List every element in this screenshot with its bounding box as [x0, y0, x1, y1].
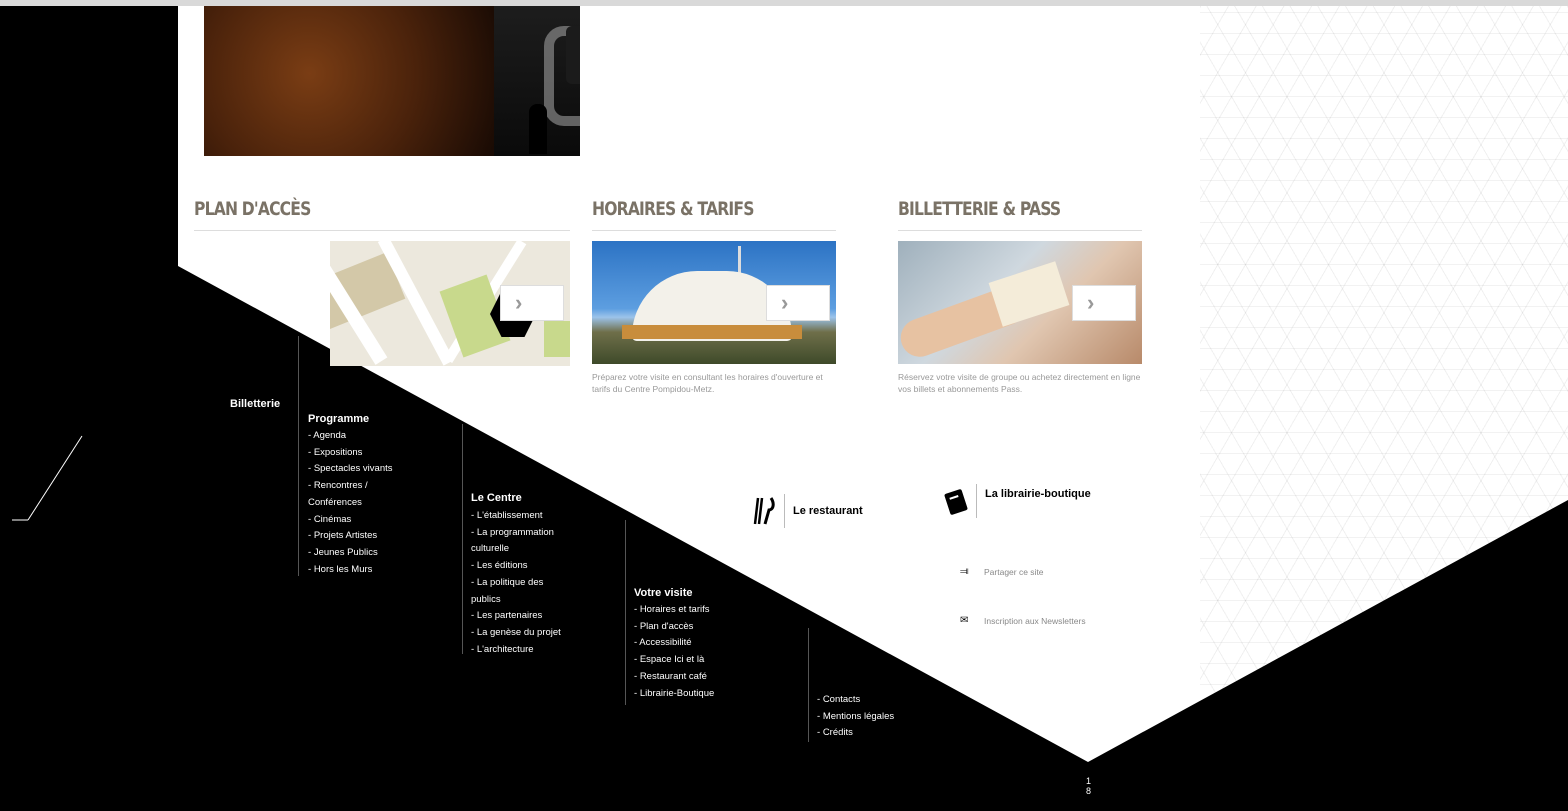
section-title-billetterie: BILLETTERIE & PASS	[898, 198, 1061, 220]
footer-link[interactable]: Mentions légales	[817, 709, 894, 726]
footer-link[interactable]: Jeunes Publics	[308, 545, 393, 562]
footer-column-divider	[808, 628, 809, 742]
section-title-horaires: HORAIRES & TARIFS	[592, 198, 754, 220]
video-player[interactable]	[204, 6, 580, 156]
footer-list-centre: L'établissement La programmation culture…	[471, 508, 561, 658]
section-divider	[898, 230, 1142, 231]
billetterie-caption: Réservez votre visite de groupe ou achet…	[898, 372, 1141, 394]
footer-list-misc: Contacts Mentions légales Crédits	[817, 692, 894, 742]
footer-column-divider	[298, 336, 299, 576]
billetterie-arrow-button[interactable]: ›	[1072, 285, 1136, 321]
footer-heading-programme[interactable]: Programme	[308, 413, 369, 425]
footer-link[interactable]: La genèse du projet	[471, 625, 561, 642]
book-icon	[944, 484, 970, 518]
footer-link[interactable]: Accessibilité	[634, 635, 714, 652]
footer-link[interactable]: Les partenaires	[471, 608, 561, 625]
billetterie-image[interactable]: ›	[898, 241, 1142, 364]
image-ticket	[988, 261, 1070, 327]
footer-link[interactable]: Rencontres / Conférences	[308, 478, 393, 511]
footer-list-visite: Horaires et tarifs Plan d'accès Accessib…	[634, 602, 714, 702]
hex-pattern-background	[1200, 6, 1568, 811]
chevron-right-icon: ›	[781, 290, 789, 315]
horaires-image[interactable]: ›	[592, 241, 836, 364]
footer-link[interactable]: La politique des publics	[471, 575, 561, 608]
share-icon: ⫥	[960, 566, 969, 577]
plan-acces-map-thumbnail[interactable]: ›	[330, 241, 570, 366]
footer-link[interactable]: Expositions	[308, 445, 393, 462]
footer-link[interactable]: Cinémas	[308, 512, 393, 529]
footer-link[interactable]: Plan d'accès	[634, 619, 714, 636]
restaurant-label: Le restaurant	[793, 505, 863, 517]
page-marker: 1 8	[1086, 776, 1092, 796]
footer-link[interactable]: La programmation culturelle	[471, 525, 561, 558]
newsletter-label: Inscription aux Newsletters	[984, 615, 1086, 626]
footer-link-billetterie[interactable]: Billetterie	[230, 398, 280, 410]
chevron-right-icon: ›	[1087, 290, 1095, 315]
envelope-icon: ✉	[960, 615, 969, 626]
play-button[interactable]	[566, 26, 580, 84]
footer-link[interactable]: Les éditions	[471, 558, 561, 575]
section-divider	[194, 230, 570, 231]
librairie-label: La librairie-boutique	[985, 488, 1091, 500]
footer-link[interactable]: Horaires et tarifs	[634, 602, 714, 619]
footer-link[interactable]: Restaurant café	[634, 669, 714, 686]
newsletter-link[interactable]: ✉ Inscription aux Newsletters	[960, 615, 1086, 626]
footer-column-divider	[625, 520, 626, 705]
video-still-silhouette	[529, 104, 547, 154]
footer-heading-visite[interactable]: Votre visite	[634, 587, 693, 599]
section-title-plan-acces: PLAN D'ACCÈS	[194, 198, 311, 220]
service-separator	[976, 484, 977, 518]
horaires-caption: Préparez votre visite en consultant les …	[592, 372, 823, 394]
footer-column-divider	[462, 424, 463, 654]
footer-list-programme: Agenda Expositions Spectacles vivants Re…	[308, 428, 393, 578]
footer-link[interactable]: Librairie-Boutique	[634, 686, 714, 703]
footer-link[interactable]: Spectacles vivants	[308, 461, 393, 478]
share-site-link[interactable]: ⫥ Partager ce site	[960, 566, 1044, 577]
horaires-arrow-button[interactable]: ›	[766, 285, 830, 321]
footer-link[interactable]: L'établissement	[471, 508, 561, 525]
share-site-label: Partager ce site	[984, 566, 1044, 577]
chevron-right-icon: ›	[515, 290, 523, 315]
footer-link[interactable]: Projets Artistes	[308, 528, 393, 545]
librairie-link[interactable]: La librairie-boutique	[944, 484, 1091, 518]
plan-acces-arrow-button[interactable]: ›	[500, 285, 564, 321]
left-black-area	[0, 6, 178, 811]
fork-knife-icon	[752, 494, 778, 528]
footer-link[interactable]: L'architecture	[471, 642, 561, 659]
map-park	[544, 321, 570, 357]
service-separator	[784, 494, 785, 528]
section-divider	[592, 230, 836, 231]
footer-link[interactable]: Hors les Murs	[308, 562, 393, 579]
footer-link[interactable]: Crédits	[817, 725, 894, 742]
footer-heading-centre[interactable]: Le Centre	[471, 492, 522, 504]
restaurant-link[interactable]: Le restaurant	[752, 494, 863, 528]
footer-link[interactable]: Contacts	[817, 692, 894, 709]
footer-link[interactable]: Espace Ici et là	[634, 652, 714, 669]
footer-link[interactable]: Agenda	[308, 428, 393, 445]
building-base	[622, 325, 802, 339]
